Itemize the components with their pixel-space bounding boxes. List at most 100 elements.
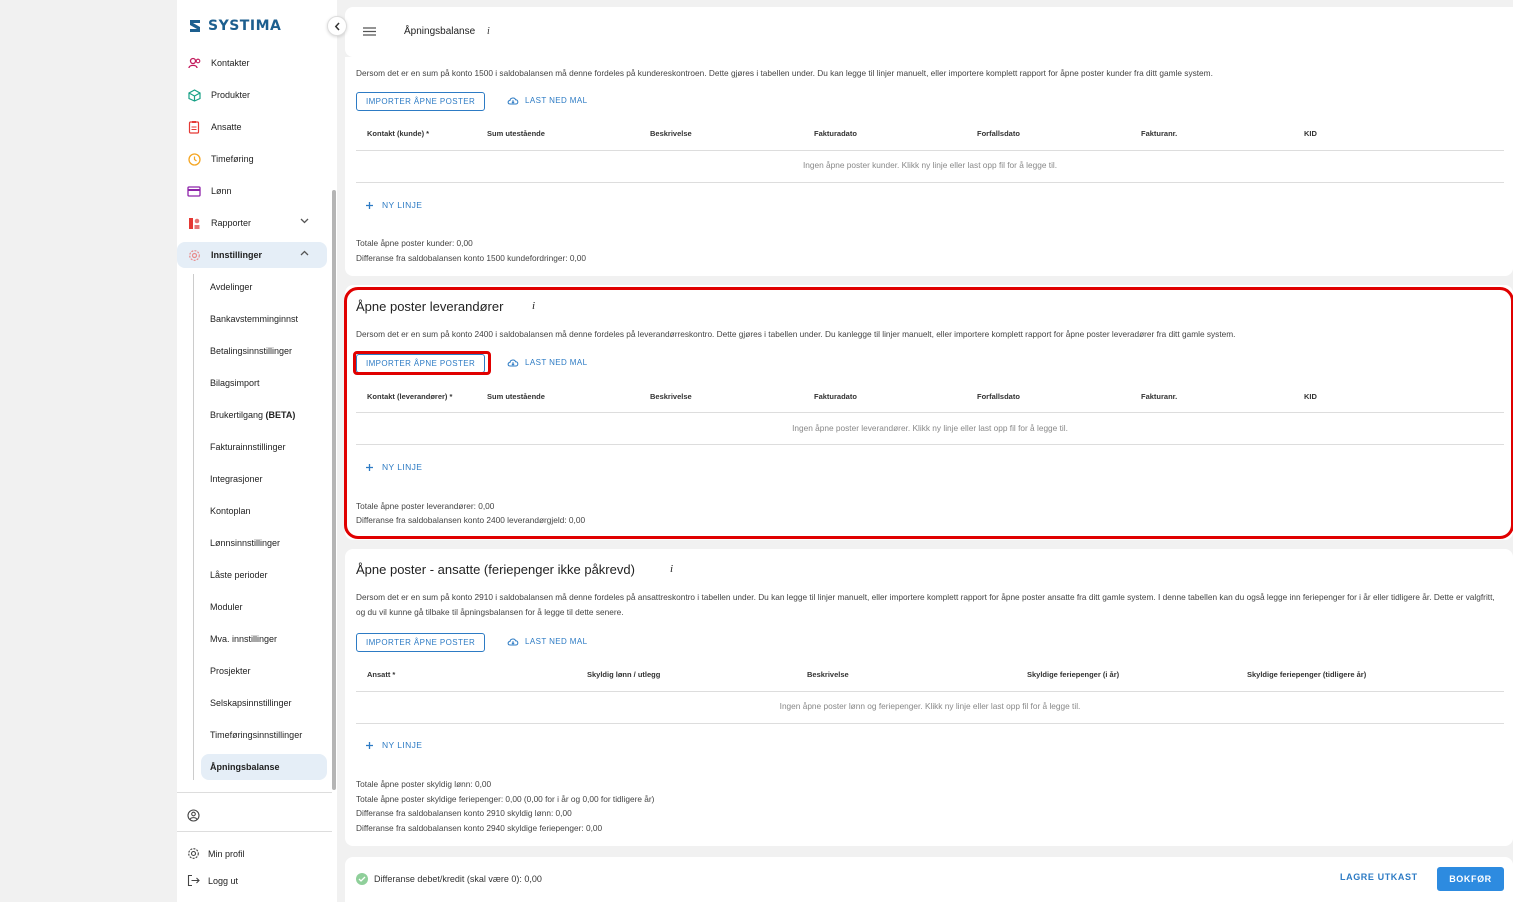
table-divider xyxy=(356,412,1504,413)
settings-item-laste-perioder[interactable]: Låste perioder xyxy=(201,562,327,588)
report-icon xyxy=(187,216,201,230)
plus-icon xyxy=(366,741,373,749)
suppliers-new-line-button[interactable]: NY LINJE xyxy=(365,462,422,472)
logout-label: Logg ut xyxy=(208,875,239,886)
col-header: Kontakt (kunde) * xyxy=(367,129,430,138)
col-header: Skyldig lønn / utlegg xyxy=(587,670,661,679)
settings-item-moduler[interactable]: Moduler xyxy=(201,594,327,620)
customers-import-button[interactable]: IMPORTER ÅPNE POSTER xyxy=(356,92,486,111)
col-header: Fakturanr. xyxy=(1141,129,1178,138)
settings-item-bankavstemming[interactable]: Bankavstemminginnst xyxy=(201,306,327,332)
table-divider xyxy=(356,150,1504,151)
settings-item-selskap[interactable]: Selskapsinnstillinger xyxy=(201,690,327,716)
col-header: Fakturadato xyxy=(814,392,857,401)
divider xyxy=(177,831,332,832)
gear-icon xyxy=(187,248,201,262)
settings-item-prosjekter[interactable]: Prosjekter xyxy=(201,658,327,684)
col-header: Fakturadato xyxy=(814,129,857,138)
settings-item-bilagsimport[interactable]: Bilagsimport xyxy=(201,370,327,396)
suppliers-empty-message: Ingen åpne poster leverandører. Klikk ny… xyxy=(792,423,1068,433)
action-footer: Differanse debet/kredit (skal være 0): 0… xyxy=(345,857,1513,902)
settings-item-betaling[interactable]: Betalingsinnstillinger xyxy=(201,338,327,364)
sidebar-item-label: Innstillinger xyxy=(211,250,263,260)
customers-card: Dersom det er en sum på konto 1500 i sal… xyxy=(345,57,1513,276)
contacts-icon xyxy=(187,56,201,70)
sidebar-item-lonn[interactable]: Lønn xyxy=(177,178,327,204)
badge-icon xyxy=(187,120,201,134)
suppliers-download-template[interactable]: LAST NED MAL xyxy=(507,358,587,367)
systima-logo-icon xyxy=(190,20,200,32)
download-label: LAST NED MAL xyxy=(525,637,588,646)
col-header: Ansatt * xyxy=(367,670,396,679)
employees-download-template[interactable]: LAST NED MAL xyxy=(507,637,587,646)
employees-import-button[interactable]: IMPORTER ÅPNE POSTER xyxy=(356,633,486,652)
customers-empty-message: Ingen åpne poster kunder. Klikk ny linje… xyxy=(802,160,1058,170)
employees-total-salary: Totale åpne poster skyldig lønn: 0,00 xyxy=(356,779,492,789)
sidebar-item-innstillinger[interactable]: Innstillinger xyxy=(177,242,327,268)
settings-item-brukertilgang[interactable]: Brukertilgang (BETA) xyxy=(201,402,327,428)
sidebar-item-kontakter[interactable]: Kontakter xyxy=(177,50,327,76)
sidebar-scrollbar[interactable] xyxy=(332,190,336,790)
download-label: LAST NED MAL xyxy=(525,96,588,105)
gear-icon xyxy=(188,848,199,859)
table-divider xyxy=(356,691,1504,692)
settings-item-faktura[interactable]: Fakturainnstillinger xyxy=(201,434,327,460)
menu-icon[interactable] xyxy=(363,27,376,36)
cloud-download-icon xyxy=(507,638,519,646)
plus-icon xyxy=(366,463,373,471)
logout-icon xyxy=(187,874,200,887)
settings-item-mva[interactable]: Mva. innstillinger xyxy=(201,626,327,652)
sidebar-item-rapporter[interactable]: Rapporter xyxy=(177,210,327,236)
settings-item-integrasjoner[interactable]: Integrasjoner xyxy=(201,466,327,492)
new-line-label: NY LINJE xyxy=(382,462,423,472)
sidebar-item-label: Ansatte xyxy=(211,122,242,132)
settings-item-apningsbalanse[interactable]: Åpningsbalanse xyxy=(201,754,327,780)
col-header: Beskrivelse xyxy=(650,129,692,138)
sidebar-item-timeforing[interactable]: Timeføring xyxy=(177,146,327,172)
col-header: Sum utestående xyxy=(487,392,545,401)
col-header: Skyldige feriepenger (tidligere år) xyxy=(1247,670,1367,679)
user-circle-icon xyxy=(187,809,200,822)
my-profile-label: Min profil xyxy=(208,848,245,859)
customers-description: Dersom det er en sum på konto 1500 i sal… xyxy=(356,68,1213,78)
settings-item-lonn[interactable]: Lønnsinnstillinger xyxy=(201,530,327,556)
col-header: KID xyxy=(1304,392,1317,401)
sidebar-item-ansatte[interactable]: Ansatte xyxy=(177,114,327,140)
employees-total-holiday: Totale åpne poster skyldige feriepenger:… xyxy=(356,794,655,804)
customers-download-template[interactable]: LAST NED MAL xyxy=(507,96,587,105)
download-label: LAST NED MAL xyxy=(525,358,588,367)
settings-item-avdelinger[interactable]: Avdelinger xyxy=(201,274,327,300)
logo[interactable]: SYSTIMA xyxy=(187,16,281,36)
logout-link[interactable]: Logg ut xyxy=(187,874,238,887)
collapse-sidebar-button[interactable] xyxy=(327,16,347,36)
book-button[interactable]: BOKFØR xyxy=(1437,867,1504,891)
col-header: Sum utestående xyxy=(487,129,545,138)
col-header: Forfallsdato xyxy=(977,392,1020,401)
suppliers-total: Totale åpne poster leverandører: 0,00 xyxy=(356,501,495,511)
plus-icon xyxy=(366,201,373,209)
sidebar-item-produkter[interactable]: Produkter xyxy=(177,82,327,108)
settings-item-timeforing[interactable]: Timeføringsinnstillinger xyxy=(201,722,327,748)
suppliers-difference: Differanse fra saldobalansen konto 2400 … xyxy=(356,515,586,525)
new-line-label: NY LINJE xyxy=(382,740,423,750)
my-profile-link[interactable]: Min profil xyxy=(187,847,245,860)
page-title: Åpningsbalanse xyxy=(404,26,476,37)
col-header: Fakturanr. xyxy=(1141,392,1178,401)
customers-total: Totale åpne poster kunder: 0,00 xyxy=(356,238,473,248)
info-icon[interactable]: i xyxy=(532,300,535,312)
customers-new-line-button[interactable]: NY LINJE xyxy=(365,200,422,210)
settings-item-kontoplan[interactable]: Kontoplan xyxy=(201,498,327,524)
col-header: Beskrivelse xyxy=(807,670,849,679)
table-divider xyxy=(356,723,1504,724)
info-icon[interactable]: i xyxy=(487,26,490,37)
cloud-download-icon xyxy=(507,359,519,367)
suppliers-import-button[interactable]: IMPORTER ÅPNE POSTER xyxy=(356,354,486,373)
account-button[interactable] xyxy=(187,809,200,822)
save-draft-button[interactable]: LAGRE UTKAST xyxy=(1340,872,1418,882)
sidebar-item-label: Produkter xyxy=(211,90,251,100)
info-icon[interactable]: i xyxy=(670,563,673,575)
chevron-down-icon xyxy=(300,218,309,224)
employees-new-line-button[interactable]: NY LINJE xyxy=(365,740,422,750)
cube-icon xyxy=(187,88,201,102)
col-header: Skyldige feriepenger (i år) xyxy=(1027,670,1120,679)
